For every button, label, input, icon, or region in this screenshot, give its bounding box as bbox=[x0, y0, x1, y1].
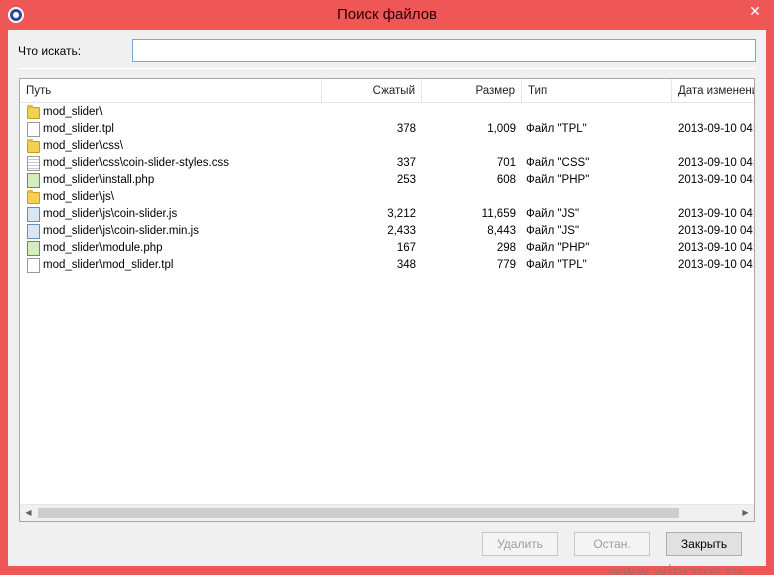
table-row[interactable]: mod_slider\js\coin-slider.min.js 2,433 8… bbox=[20, 223, 755, 240]
scroll-right-arrow-icon[interactable]: ▶ bbox=[737, 505, 754, 521]
column-header-path[interactable]: Путь bbox=[20, 79, 322, 103]
row-date: 2013-09-10 04: bbox=[678, 208, 755, 220]
search-label: Что искать: bbox=[18, 44, 82, 58]
row-path: mod_slider\mod_slider.tpl bbox=[43, 259, 174, 271]
stop-button[interactable]: Остан. bbox=[574, 532, 650, 556]
row-size: 608 bbox=[496, 174, 516, 186]
row-size: 298 bbox=[496, 242, 516, 254]
window-close-button[interactable]: ✕ bbox=[740, 1, 770, 21]
row-compressed: 253 bbox=[396, 174, 416, 186]
row-compressed: 3,212 bbox=[387, 208, 416, 220]
row-path: mod_slider\js\coin-slider.min.js bbox=[43, 225, 199, 237]
results-list[interactable]: Путь Сжатый Размер Тип Дата изменени mod… bbox=[19, 78, 755, 522]
php-file-icon bbox=[27, 241, 40, 256]
delete-button[interactable]: Удалить bbox=[482, 532, 558, 556]
js-file-icon bbox=[27, 224, 40, 239]
row-date: 2013-09-10 04: bbox=[678, 242, 755, 254]
table-row[interactable]: mod_slider\css\ bbox=[20, 138, 754, 155]
row-type: Файл "PHP" bbox=[526, 242, 590, 254]
row-date: 2013-09-10 04: bbox=[678, 225, 755, 237]
close-button[interactable]: Закрыть bbox=[666, 532, 742, 556]
row-compressed: 2,433 bbox=[387, 225, 416, 237]
row-path: mod_slider.tpl bbox=[43, 123, 114, 135]
table-row[interactable]: mod_slider\css\coin-slider-styles.css 33… bbox=[20, 155, 755, 172]
row-path: mod_slider\install.php bbox=[43, 174, 155, 186]
column-header-type[interactable]: Тип bbox=[522, 79, 672, 103]
row-type: Файл "JS" bbox=[526, 225, 580, 237]
row-type: Файл "PHP" bbox=[526, 174, 590, 186]
tpl-file-icon bbox=[27, 258, 40, 273]
folder-icon bbox=[27, 190, 40, 204]
table-row[interactable]: mod_slider\module.php 167 298 Файл "PHP"… bbox=[20, 240, 755, 257]
table-row[interactable]: mod_slider\install.php 253 608 Файл "PHP… bbox=[20, 172, 755, 189]
tpl-file-icon bbox=[27, 122, 40, 137]
row-type: Файл "JS" bbox=[526, 208, 580, 220]
row-date: 2013-09-10 04: bbox=[678, 123, 755, 135]
php-file-icon bbox=[27, 173, 40, 188]
row-path: mod_slider\js\ bbox=[43, 191, 114, 203]
row-date: 2013-09-10 04: bbox=[678, 259, 755, 271]
title-bar[interactable]: Поиск файлов ✕ bbox=[0, 0, 774, 30]
results-header: Путь Сжатый Размер Тип Дата изменени bbox=[20, 79, 754, 103]
row-compressed: 348 bbox=[396, 259, 416, 271]
scrollbar-thumb[interactable] bbox=[38, 508, 679, 518]
table-row[interactable]: mod_slider\ bbox=[20, 104, 754, 121]
row-path: mod_slider\css\coin-slider-styles.css bbox=[43, 157, 229, 169]
row-path: mod_slider\js\coin-slider.js bbox=[43, 208, 178, 220]
row-size: 8,443 bbox=[487, 225, 516, 237]
table-row[interactable]: mod_slider\mod_slider.tpl 348 779 Файл "… bbox=[20, 257, 755, 274]
folder-icon bbox=[27, 105, 40, 119]
row-path: mod_slider\module.php bbox=[43, 242, 163, 254]
row-type: Файл "TPL" bbox=[526, 123, 587, 135]
table-row[interactable]: mod_slider.tpl 378 1,009 Файл "TPL" 2013… bbox=[20, 121, 755, 138]
row-date: 2013-09-10 04: bbox=[678, 157, 755, 169]
table-row[interactable]: mod_slider\js\ bbox=[20, 189, 754, 206]
dialog-body: Что искать: Путь Сжатый Размер Тип Дата … bbox=[8, 30, 766, 575]
row-compressed: 378 bbox=[396, 123, 416, 135]
horizontal-scrollbar[interactable]: ◀ ▶ bbox=[20, 504, 754, 521]
divider bbox=[18, 68, 756, 69]
css-file-icon bbox=[27, 156, 40, 171]
scroll-left-arrow-icon[interactable]: ◀ bbox=[20, 505, 37, 521]
js-file-icon bbox=[27, 207, 40, 222]
folder-icon bbox=[27, 139, 40, 153]
search-files-window: Поиск файлов ✕ Что искать: Путь Сжатый Р… bbox=[0, 0, 774, 575]
row-size: 779 bbox=[496, 259, 516, 271]
table-row[interactable]: mod_slider\js\coin-slider.js 3,212 11,65… bbox=[20, 206, 755, 223]
watermark: www.wincore.ru bbox=[608, 562, 743, 575]
row-type: Файл "CSS" bbox=[526, 157, 590, 169]
row-size: 1,009 bbox=[487, 123, 516, 135]
row-size: 701 bbox=[496, 157, 516, 169]
row-compressed: 167 bbox=[396, 242, 416, 254]
row-date: 2013-09-10 04: bbox=[678, 174, 755, 186]
search-input[interactable] bbox=[132, 39, 756, 62]
row-path: mod_slider\css\ bbox=[43, 140, 123, 152]
row-type: Файл "TPL" bbox=[526, 259, 587, 271]
window-title: Поиск файлов bbox=[336, 6, 438, 23]
row-size: 11,659 bbox=[481, 208, 516, 220]
row-compressed: 337 bbox=[396, 157, 416, 169]
column-header-size[interactable]: Размер bbox=[422, 79, 522, 103]
column-header-date[interactable]: Дата изменени bbox=[672, 79, 754, 103]
row-path: mod_slider\ bbox=[43, 106, 103, 118]
column-header-compressed[interactable]: Сжатый bbox=[322, 79, 422, 103]
